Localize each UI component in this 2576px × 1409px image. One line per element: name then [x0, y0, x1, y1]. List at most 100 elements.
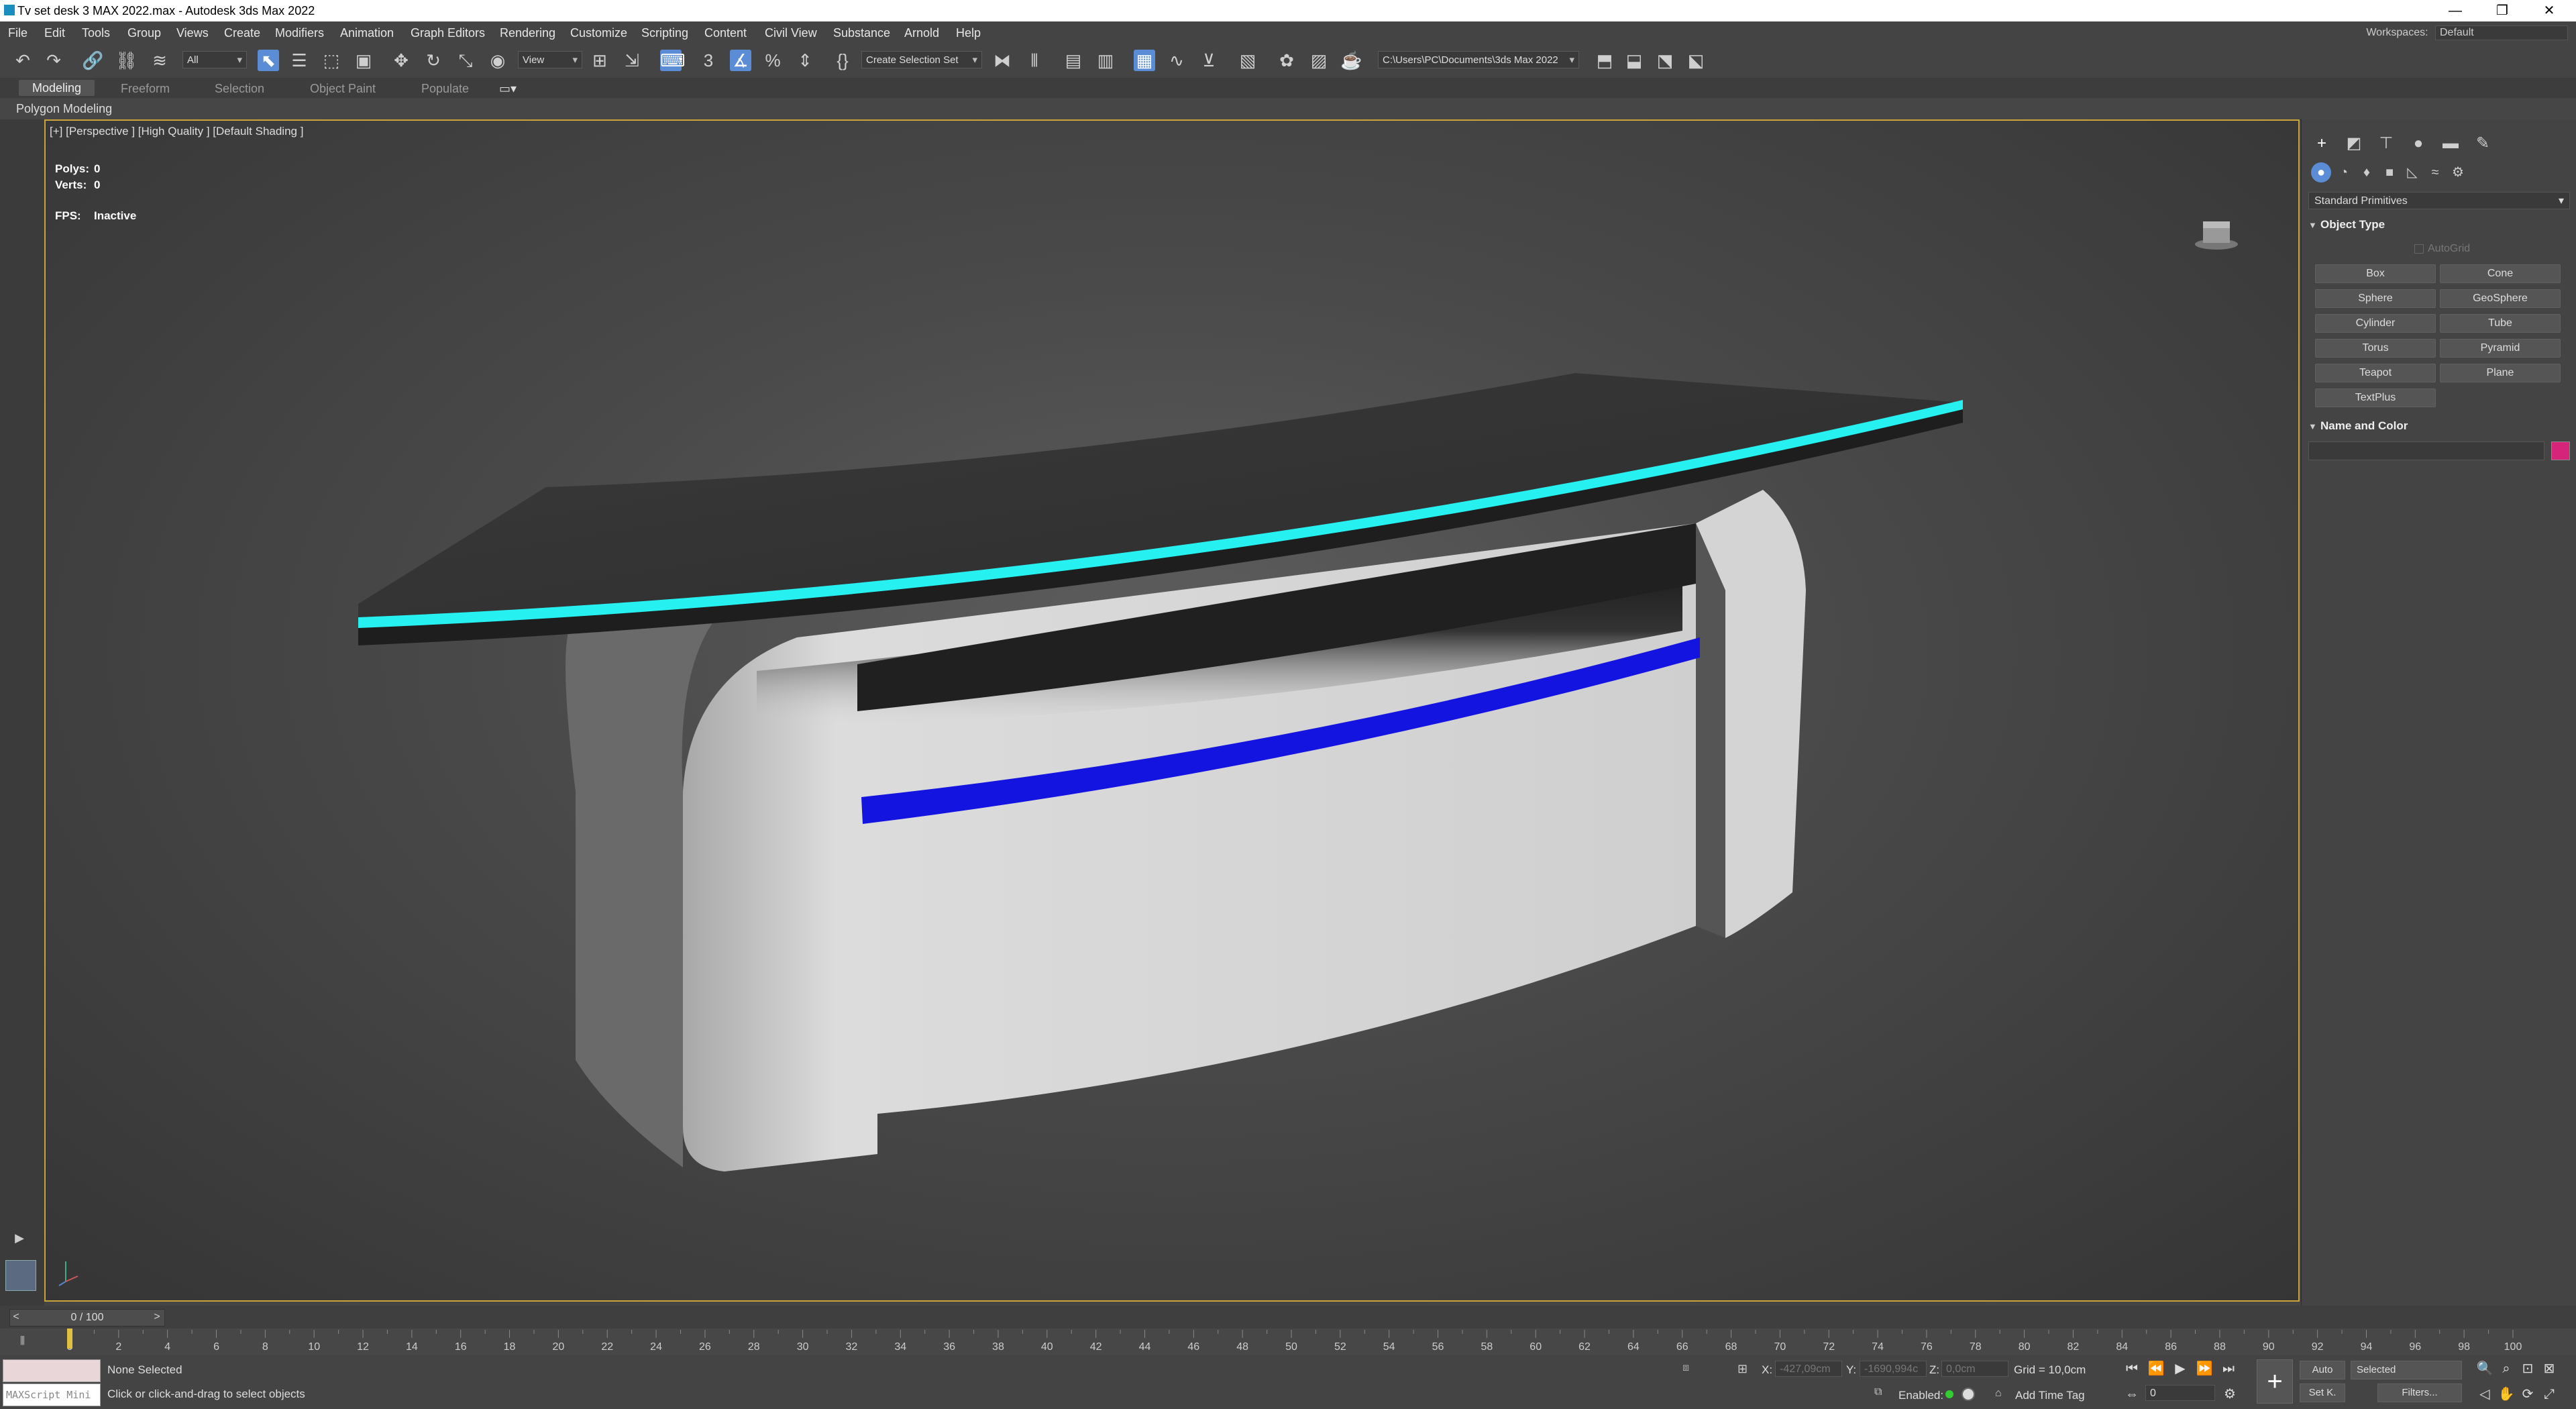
- object-color-swatch[interactable]: [2551, 441, 2570, 460]
- shapes-icon[interactable]: ◔: [2334, 162, 2354, 182]
- layer-explorer-icon[interactable]: ▥: [1095, 50, 1116, 71]
- hierarchy-tab-icon[interactable]: ⊤: [2375, 133, 2397, 154]
- curve-editor-icon[interactable]: ∿: [1166, 50, 1187, 71]
- menu-customize[interactable]: Customize: [570, 26, 627, 40]
- maxscript-listener[interactable]: MAXScript Mini: [3, 1359, 101, 1406]
- render-production-icon[interactable]: ☕: [1340, 50, 1362, 71]
- utilities-tab-icon[interactable]: ✎: [2472, 133, 2493, 154]
- redo-icon[interactable]: ↷: [43, 50, 64, 71]
- menu-tools[interactable]: Tools: [82, 26, 110, 40]
- move-icon[interactable]: ✥: [390, 50, 412, 71]
- geosphere-button[interactable]: GeoSphere: [2440, 289, 2561, 308]
- trackbar[interactable]: ⫼ 02468101214161820222426283032343638404…: [0, 1328, 2576, 1356]
- select-manipulate-icon[interactable]: ⇲: [621, 50, 643, 71]
- bind-space-warp-icon[interactable]: ≋: [149, 50, 170, 71]
- cylinder-button[interactable]: Cylinder: [2315, 314, 2436, 333]
- time-tag-icon[interactable]: ⌂: [1995, 1388, 2008, 1401]
- project-icon-4[interactable]: ⬕: [1685, 50, 1707, 71]
- menu-substance[interactable]: Substance: [833, 26, 890, 40]
- material-editor-icon[interactable]: ▧: [1237, 50, 1258, 71]
- restore-button[interactable]: ❐: [2482, 0, 2522, 21]
- rectangular-selection-icon[interactable]: ⬚: [321, 50, 342, 71]
- pyramid-button[interactable]: Pyramid: [2440, 339, 2561, 358]
- project-folder-dropdown[interactable]: C:\Users\PC\Documents\3ds Max 2022: [1378, 51, 1579, 69]
- next-key-icon[interactable]: ⏩: [2195, 1359, 2214, 1378]
- textplus-button[interactable]: TextPlus: [2315, 388, 2436, 407]
- orbit-icon[interactable]: ⟳: [2518, 1385, 2537, 1404]
- autogrid-checkbox[interactable]: AutoGrid: [2414, 243, 2470, 255]
- schematic-view-icon[interactable]: ⊻: [1198, 50, 1220, 71]
- ribbon-options-icon[interactable]: ▭▾: [499, 82, 517, 96]
- maximize-viewport-icon[interactable]: ⤢: [2540, 1385, 2559, 1404]
- key-filter-dropdown[interactable]: Selected: [2351, 1361, 2462, 1379]
- toggle-ribbon-icon[interactable]: ▦: [1134, 50, 1155, 71]
- minimize-button[interactable]: —: [2435, 0, 2475, 21]
- perspective-viewport[interactable]: [+] [Perspective ] [High Quality ] [Defa…: [44, 119, 2300, 1302]
- scene-explorer-icon[interactable]: ▤: [1063, 50, 1084, 71]
- expand-layout-icon[interactable]: ▶: [11, 1229, 28, 1247]
- polygon-modeling-label[interactable]: Polygon Modeling: [16, 102, 112, 116]
- project-icon-3[interactable]: ⬔: [1654, 50, 1676, 71]
- menu-file[interactable]: File: [8, 26, 28, 40]
- tab-populate[interactable]: Populate: [421, 82, 469, 96]
- project-icon-2[interactable]: ⬓: [1623, 50, 1645, 71]
- viewport-layout-tab[interactable]: [5, 1260, 36, 1291]
- menu-views[interactable]: Views: [176, 26, 209, 40]
- tab-modeling[interactable]: Modeling: [19, 80, 95, 96]
- workspaces-dropdown[interactable]: Default: [2435, 25, 2568, 40]
- close-button[interactable]: ✕: [2529, 0, 2569, 21]
- helpers-icon[interactable]: ◺: [2402, 162, 2422, 182]
- zoom-extents-all-icon[interactable]: ⊠: [2540, 1359, 2559, 1378]
- mini-curve-editor-icon[interactable]: ⫼: [20, 1335, 44, 1350]
- menu-group[interactable]: Group: [127, 26, 161, 40]
- menu-modifiers[interactable]: Modifiers: [275, 26, 324, 40]
- z-coordinate-field[interactable]: 0,0cm: [1941, 1361, 2008, 1377]
- rendered-frame-window-icon[interactable]: ▨: [1308, 50, 1330, 71]
- keyboard-shortcut-override-icon[interactable]: ⌨: [660, 50, 686, 71]
- project-icon-1[interactable]: ⬒: [1594, 50, 1615, 71]
- menu-arnold[interactable]: Arnold: [904, 26, 939, 40]
- menu-civil-view[interactable]: Civil View: [765, 26, 817, 40]
- frame-ruler[interactable]: 0246810121416182022242628303234363840424…: [67, 1328, 2522, 1355]
- absolute-mode-icon[interactable]: ⊞: [1737, 1362, 1752, 1377]
- y-coordinate-field[interactable]: -1690,994c: [1860, 1361, 1927, 1377]
- percent-snap-icon[interactable]: %: [762, 50, 784, 71]
- enabled-indicator-icon[interactable]: [1945, 1390, 1953, 1398]
- box-button[interactable]: Box: [2315, 264, 2436, 283]
- pan-view-icon[interactable]: ✋: [2497, 1385, 2516, 1404]
- time-tag-toggle-icon[interactable]: [1962, 1388, 1975, 1401]
- scale-icon[interactable]: ⤡: [455, 50, 476, 71]
- geometry-icon[interactable]: ●: [2311, 162, 2331, 182]
- go-to-start-icon[interactable]: ⏮: [2123, 1359, 2141, 1378]
- name-and-color-rollout[interactable]: ▼ Name and Color: [2308, 417, 2570, 435]
- systems-icon[interactable]: ⚙: [2448, 162, 2468, 182]
- named-selection-dropdown[interactable]: Create Selection Set: [861, 51, 982, 69]
- go-to-end-icon[interactable]: ⏭: [2219, 1359, 2238, 1378]
- space-warps-icon[interactable]: ≈: [2425, 162, 2445, 182]
- add-time-tag[interactable]: Add Time Tag: [2015, 1389, 2085, 1402]
- lights-icon[interactable]: ♦: [2357, 162, 2377, 182]
- menu-help[interactable]: Help: [956, 26, 981, 40]
- adaptive-degradation-icon[interactable]: ⧉: [1874, 1386, 1889, 1401]
- unlink-icon[interactable]: ⛓: [115, 50, 138, 71]
- angle-snap-icon[interactable]: ∡: [730, 50, 751, 71]
- modify-tab-icon[interactable]: ◩: [2343, 133, 2365, 154]
- edit-named-selection-icon[interactable]: {}: [832, 50, 853, 71]
- create-tab-icon[interactable]: +: [2311, 133, 2332, 154]
- isolate-selection-icon[interactable]: ⧈: [1682, 1362, 1697, 1377]
- key-filters-button[interactable]: Filters...: [2377, 1384, 2462, 1402]
- maxscript-output[interactable]: [3, 1359, 101, 1382]
- set-key-icon[interactable]: +: [2257, 1359, 2293, 1404]
- zoom-icon[interactable]: 🔍: [2475, 1359, 2494, 1378]
- tab-selection[interactable]: Selection: [215, 82, 264, 96]
- menu-graph-editors[interactable]: Graph Editors: [411, 26, 485, 40]
- time-slider-handle[interactable]: 0 / 100: [9, 1309, 165, 1326]
- pivot-center-icon[interactable]: ⊞: [589, 50, 610, 71]
- menu-animation[interactable]: Animation: [340, 26, 394, 40]
- motion-tab-icon[interactable]: ●: [2408, 133, 2429, 154]
- menu-rendering[interactable]: Rendering: [500, 26, 555, 40]
- play-icon[interactable]: ▶: [2171, 1359, 2190, 1378]
- undo-icon[interactable]: ↶: [12, 50, 34, 71]
- zoom-extents-icon[interactable]: ⊡: [2518, 1359, 2537, 1378]
- previous-key-icon[interactable]: ⏪: [2147, 1359, 2165, 1378]
